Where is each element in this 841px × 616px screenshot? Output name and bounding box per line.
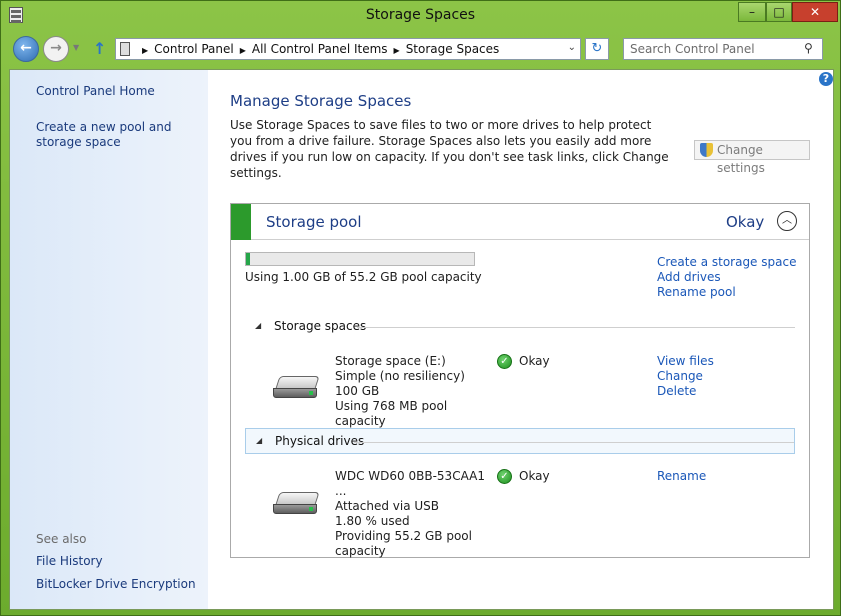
control-panel-icon	[120, 42, 130, 56]
physical-drive-name: WDC WD60 0BB-53CAA1 ...	[335, 469, 485, 498]
storage-space-name: Storage space (E:)	[335, 354, 446, 368]
refresh-button[interactable]: ↻	[585, 38, 609, 60]
storage-space-usage: Using 768 MB pool capacity	[335, 399, 448, 428]
rename-pool-link[interactable]: Rename pool	[657, 285, 736, 300]
navigation-bar: ← → ▼ ↑ ▶ Control Panel ▶ All Control Panel…	[9, 33, 834, 67]
storage-spaces-section-header[interactable]: ◢ Storage spaces	[245, 314, 795, 340]
create-storage-space-link[interactable]: Create a storage space	[657, 255, 796, 270]
window-title: Storage Spaces	[365, 7, 476, 23]
address-bar[interactable]: ▶ Control Panel ▶ All Control Panel Items ▶ S…	[115, 38, 581, 60]
section-divider	[354, 442, 794, 443]
physical-drive-connection: Attached via USB	[335, 499, 440, 513]
physical-drive-status: Okay	[519, 469, 550, 483]
physical-drive-used: 1.80 % used	[335, 514, 410, 528]
sidebar: Control Panel Home Create a new pool and…	[10, 70, 208, 609]
collapse-chevron-up-icon[interactable]: ︿	[777, 211, 797, 231]
sidebar-link-home[interactable]: Control Panel Home	[36, 84, 204, 99]
pool-usage-text: Using 1.00 GB of 55.2 GB pool capacity	[245, 270, 482, 284]
refresh-icon: ↻	[591, 41, 603, 56]
chevron-right-icon[interactable]: ▶	[240, 46, 246, 55]
forward-arrow-icon: →	[50, 40, 62, 56]
back-button[interactable]: ←	[13, 36, 39, 62]
physical-drives-label: Physical drives	[275, 434, 365, 448]
up-arrow-icon[interactable]: ↑	[93, 39, 106, 58]
storage-space-resiliency: Simple (no resiliency)	[335, 369, 465, 383]
rename-drive-link[interactable]: Rename	[657, 469, 706, 484]
physical-drive-icon	[273, 488, 320, 518]
sidebar-link-bitlocker[interactable]: BitLocker Drive Encryption	[36, 577, 204, 592]
intro-text: Use Storage Spaces to save files to two …	[230, 118, 669, 180]
change-link[interactable]: Change	[657, 369, 703, 384]
pool-status-bar	[231, 204, 251, 240]
physical-drives-section-header[interactable]: ◢ Physical drives	[245, 428, 795, 454]
pool-title: Storage pool	[266, 213, 362, 231]
client-area: Control Panel Home Create a new pool and…	[9, 69, 834, 610]
shield-icon	[700, 143, 713, 157]
change-settings-button[interactable]: Change settings	[694, 140, 810, 175]
storage-pool-panel: Storage pool Okay ︿ Using 1.00 GB of 55.…	[230, 203, 810, 558]
pool-usage-progress	[245, 252, 475, 266]
delete-link[interactable]: Delete	[657, 384, 696, 399]
breadcrumb: ▶ Control Panel ▶ All Control Panel Items ▶ S…	[136, 42, 499, 56]
add-drives-link[interactable]: Add drives	[657, 270, 721, 285]
search-icon[interactable]: ⚲	[804, 41, 813, 55]
pool-usage-fill	[246, 253, 251, 265]
close-button[interactable]: ✕	[792, 2, 838, 22]
title-bar[interactable]: Storage Spaces – □ ✕	[1, 1, 840, 31]
address-dropdown-icon[interactable]: ⌄	[568, 42, 576, 53]
storage-pool-header: Storage pool Okay ︿	[231, 204, 809, 240]
change-settings-label: Change settings	[717, 143, 765, 175]
minimize-button[interactable]: –	[738, 2, 766, 22]
view-files-link[interactable]: View files	[657, 354, 714, 369]
storage-space-size: 100 GB	[335, 384, 380, 398]
storage-space-details: Storage space (E:) Simple (no resiliency…	[335, 354, 485, 429]
storage-spaces-label: Storage spaces	[274, 319, 367, 333]
help-icon[interactable]: ?	[819, 72, 833, 86]
main-content: Manage Storage Spaces Use Storage Spaces…	[230, 70, 820, 609]
breadcrumb-storage-spaces[interactable]: Storage Spaces	[406, 42, 500, 56]
pool-status: Okay	[726, 213, 765, 231]
okay-check-icon: ✓	[497, 354, 512, 369]
expand-triangle-icon: ◢	[256, 436, 263, 445]
search-input[interactable]	[623, 38, 823, 60]
sidebar-link-file-history[interactable]: File History	[36, 554, 204, 569]
back-arrow-icon: ←	[20, 40, 32, 56]
chevron-right-icon[interactable]: ▶	[394, 46, 400, 55]
forward-button[interactable]: →	[43, 36, 69, 62]
recent-pages-dropdown-icon[interactable]: ▼	[73, 43, 79, 52]
physical-drive-details: WDC WD60 0BB-53CAA1 ... Attached via USB…	[335, 469, 485, 559]
section-divider	[357, 327, 795, 328]
chevron-right-icon[interactable]: ▶	[142, 46, 148, 55]
page-title: Manage Storage Spaces	[230, 92, 412, 110]
expand-triangle-icon: ◢	[255, 321, 262, 330]
sidebar-link-create-pool[interactable]: Create a new pool and storage space	[36, 120, 204, 150]
storage-space-status: Okay	[519, 354, 550, 368]
see-also-heading: See also	[36, 532, 87, 546]
breadcrumb-all-items[interactable]: All Control Panel Items	[252, 42, 388, 56]
maximize-button[interactable]: □	[766, 2, 792, 22]
breadcrumb-control-panel[interactable]: Control Panel	[154, 42, 234, 56]
okay-check-icon: ✓	[497, 469, 512, 484]
physical-drive-capacity: Providing 55.2 GB pool capacity	[335, 529, 472, 558]
window-frame: Storage Spaces – □ ✕ ← → ▼ ↑ ▶ Control Pa…	[0, 0, 841, 616]
storage-space-drive-icon	[273, 372, 320, 402]
